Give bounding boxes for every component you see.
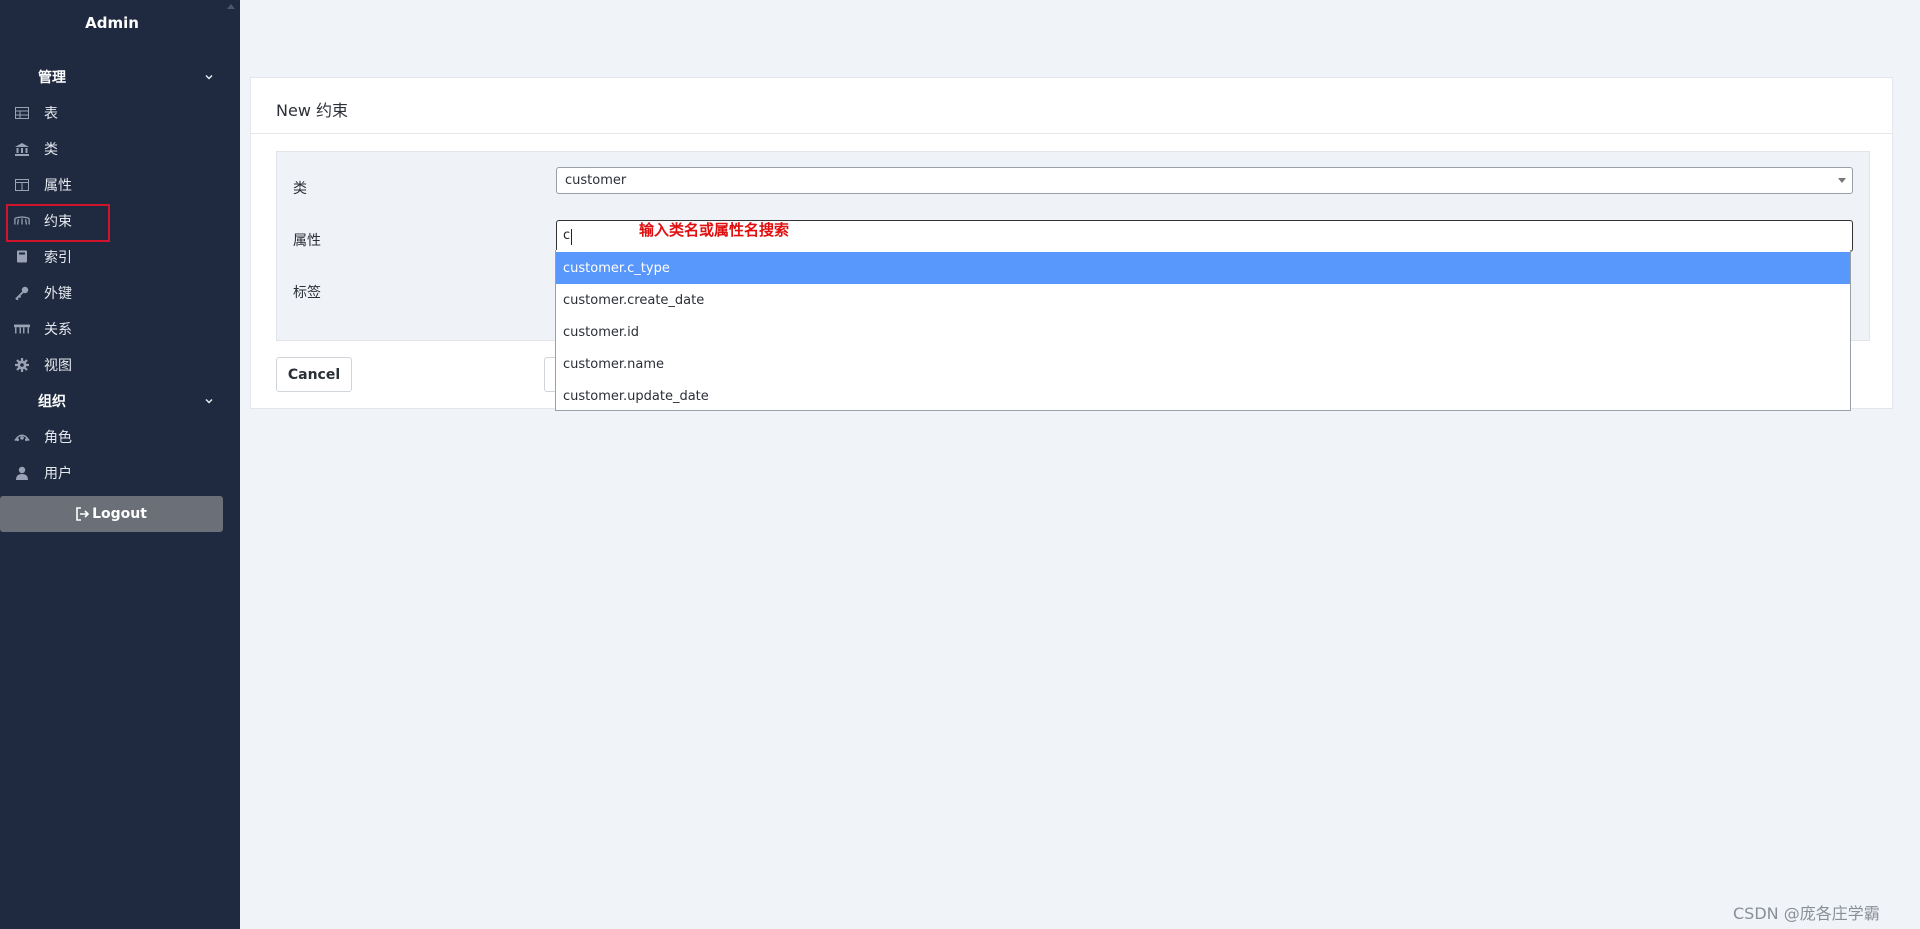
page-title: New 约束 [276, 101, 348, 120]
sidebar-item-label: 外键 [44, 286, 72, 302]
class-select-value: customer [565, 173, 627, 188]
logout-label: Logout [92, 506, 147, 522]
sidebar-group-manage[interactable]: 管理 [0, 62, 224, 92]
sidebar-item-label: 索引 [44, 250, 72, 266]
roles-icon [14, 429, 30, 445]
tag-label: 标签 [293, 285, 321, 301]
highlight-annotation-box [6, 204, 110, 242]
sidebar-item-relation[interactable]: 关系 [0, 312, 224, 346]
sidebar-group-organization[interactable]: 组织 [0, 386, 224, 416]
key-icon [14, 285, 30, 301]
dropdown-option[interactable]: customer.create_date [556, 284, 1850, 316]
attribute-search-value: c [563, 228, 571, 243]
sidebar-item-table[interactable]: 表 [0, 96, 224, 130]
class-select[interactable]: customer [556, 167, 1853, 194]
scroll-up-arrow-icon[interactable] [226, 2, 236, 12]
attribute-dropdown: customer.c_type customer.create_date cus… [555, 250, 1851, 411]
divider [251, 133, 1892, 134]
dropdown-option[interactable]: customer.id [556, 316, 1850, 348]
table-icon [14, 105, 30, 121]
text-cursor [571, 229, 572, 245]
cancel-button[interactable]: Cancel [276, 357, 352, 392]
attribute-label: 属性 [293, 233, 321, 249]
sidebar-item-label: 视图 [44, 358, 72, 374]
sidebar-item-label: 属性 [44, 178, 72, 194]
dropdown-option[interactable]: customer.update_date [556, 380, 1850, 412]
sidebar-item-label: 表 [44, 106, 58, 122]
sidebar-item-label: 用户 [44, 466, 72, 482]
logout-icon [76, 507, 90, 521]
sidebar-item-foreign-key[interactable]: 外键 [0, 276, 224, 310]
sidebar-item-attribute[interactable]: 属性 [0, 168, 224, 202]
sidebar-item-label: 类 [44, 142, 58, 158]
watermark: CSDN @庞各庄学霸 [1733, 904, 1880, 923]
logout-button[interactable]: Logout [0, 496, 223, 532]
user-icon [14, 465, 30, 481]
sidebar-item-view[interactable]: 视图 [0, 348, 224, 382]
annotation-hint: 输入类名或属性名搜索 [639, 221, 790, 239]
sidebar-item-user[interactable]: 用户 [0, 456, 224, 490]
columns-icon [14, 177, 30, 193]
chevron-down-icon [205, 74, 213, 80]
sidebar-item-role[interactable]: 角色 [0, 420, 224, 454]
dropdown-option[interactable]: customer.c_type [556, 252, 1850, 284]
gear-icon [14, 357, 30, 373]
dropdown-option[interactable]: customer.name [556, 348, 1850, 380]
relation-icon [14, 321, 30, 337]
brand-title[interactable]: Admin [0, 14, 224, 32]
sidebar-item-class[interactable]: 类 [0, 132, 224, 166]
caret-down-icon [1838, 178, 1846, 183]
sidebar: Admin 管理 表 类 属性 约束 索引 外键 关系 视图 组织 角色 用户 … [0, 0, 240, 929]
sidebar-group-label: 组织 [38, 394, 66, 410]
bank-icon [14, 141, 30, 157]
sidebar-item-label: 关系 [44, 322, 72, 338]
sidebar-item-label: 角色 [44, 430, 72, 446]
chevron-down-icon [205, 398, 213, 404]
sidebar-group-label: 管理 [38, 70, 66, 86]
class-label: 类 [293, 181, 307, 197]
book-icon [14, 249, 30, 265]
sidebar-item-index[interactable]: 索引 [0, 240, 224, 274]
